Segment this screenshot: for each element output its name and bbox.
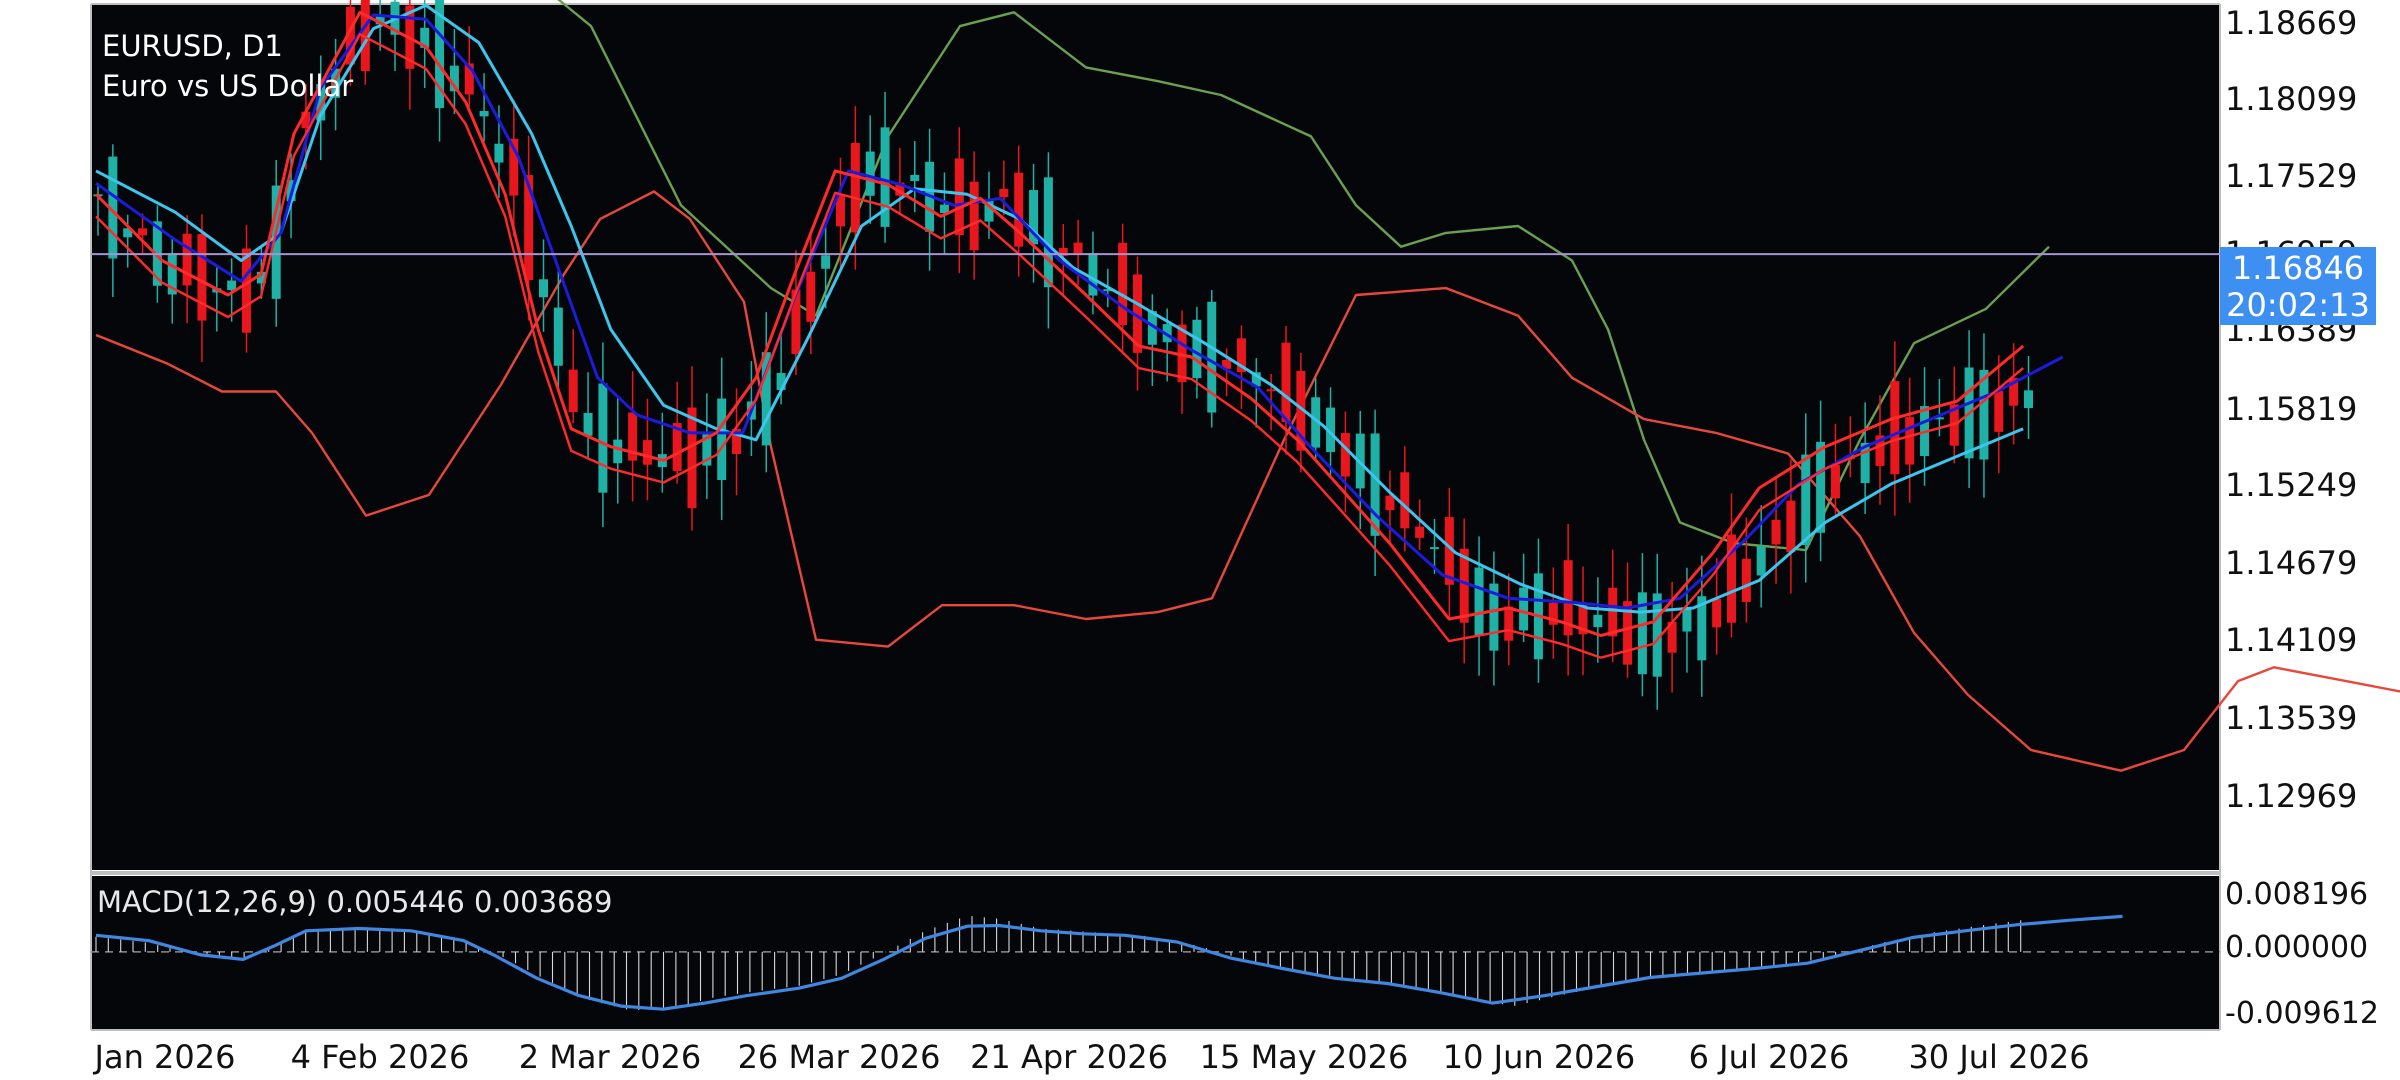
bull-candle: [717, 398, 727, 480]
bear-candle: [182, 233, 192, 286]
bull-candle: [1801, 454, 1811, 546]
bull-candle: [613, 439, 623, 464]
bull-candle: [539, 279, 548, 298]
symbol-timeframe: EURUSD, D1: [102, 29, 283, 63]
bull-candle: [1816, 441, 1826, 533]
bear-candle: [1281, 342, 1291, 422]
price-tick-label: 1.18099: [2225, 80, 2358, 118]
bear-candle: [1905, 417, 1915, 465]
bull-candle: [1370, 433, 1380, 536]
bear-candle: [1415, 526, 1425, 538]
bear-candle: [642, 440, 652, 465]
bear-candle: [1266, 389, 1276, 392]
bear-candle: [1771, 519, 1781, 545]
bear-candle: [138, 228, 148, 236]
time-tick-label: 2 Mar 2026: [518, 1038, 702, 1076]
time-tick-label: 6 Jul 2026: [1688, 1038, 1850, 1076]
time-tick-label: 10 Jun 2026: [1442, 1038, 1636, 1076]
bull-candle: [1519, 587, 1529, 631]
bear-candle: [1830, 464, 1840, 499]
bull-candle: [910, 174, 920, 182]
time-tick-label: 21 Apr 2026: [970, 1038, 1168, 1076]
bull-candle: [583, 412, 593, 436]
bear-candle: [969, 181, 979, 251]
symbol-description: Euro vs US Dollar: [102, 69, 354, 103]
bear-candle: [1400, 472, 1410, 529]
bear-candle: [1890, 381, 1900, 475]
chart-header: EURUSD, D1 Euro vs US Dollar: [102, 26, 353, 106]
bear-candle: [1786, 500, 1796, 553]
bear-candle: [687, 407, 697, 509]
time-tick-label: Jan 2026: [94, 1038, 236, 1076]
price-tick-label: 1.14109: [2225, 621, 2358, 659]
bear-candle: [242, 248, 251, 333]
bar-countdown: 20:02:13: [2226, 286, 2370, 324]
bear-candle: [1340, 433, 1350, 477]
time-tick-label: 4 Feb 2026: [290, 1038, 470, 1076]
current-price-tag: 1.16846 20:02:13: [2220, 247, 2376, 325]
bear-candle: [954, 158, 964, 236]
bull-candle: [479, 111, 489, 117]
bear-candle: [1741, 558, 1751, 602]
macd-tick-label: -0.009612: [2225, 996, 2379, 1031]
macd-tick-label: 0.008196: [2225, 877, 2369, 912]
price-plot-background: [91, 4, 2220, 870]
bull-candle: [494, 143, 504, 163]
bull-candle: [1192, 319, 1202, 379]
price-tick-label: 1.14679: [2225, 544, 2358, 582]
bear-candle: [568, 369, 578, 413]
macd-indicator-label: MACD(12,26,9) 0.005446 0.003689: [97, 885, 613, 919]
time-tick-label: 30 Jul 2026: [1908, 1038, 2090, 1076]
bear-candle: [1073, 242, 1083, 255]
bull-candle: [1682, 608, 1692, 632]
bull-candle: [553, 307, 563, 366]
price-tick-label: 1.13539: [2225, 699, 2358, 737]
bear-candle: [1608, 587, 1618, 637]
bull-candle: [1043, 177, 1053, 288]
bull-candle: [1430, 547, 1439, 550]
bear-candle: [999, 188, 1009, 198]
bull-candle: [821, 255, 831, 269]
time-tick-label: 15 May 2026: [1199, 1038, 1409, 1076]
bear-candle: [1385, 495, 1395, 511]
price-tick-label: 1.17529: [2225, 157, 2358, 195]
bull-candle: [2024, 390, 2033, 409]
bear-candle: [1504, 606, 1514, 641]
price-tick-label: 1.15819: [2225, 390, 2358, 428]
bull-candle: [1088, 253, 1098, 296]
time-tick-label: 26 Mar 2026: [737, 1038, 941, 1076]
bear-candle: [806, 271, 816, 322]
bear-candle: [197, 234, 207, 321]
more-options-icon[interactable]: •••: [2286, 808, 2369, 848]
current-price-value: 1.16846: [2231, 249, 2365, 287]
bear-candle: [1712, 599, 1722, 628]
price-tick-label: 1.15249: [2225, 466, 2358, 504]
bull-candle: [598, 383, 608, 493]
bull-candle: [865, 151, 875, 196]
bull-candle: [1756, 546, 1766, 576]
bear-candle: [1994, 391, 2004, 432]
bear-candle: [850, 142, 860, 233]
bull-candle: [1474, 567, 1484, 636]
price-tick-label: 1.18669: [2225, 4, 2358, 42]
bull-candle: [227, 280, 237, 291]
macd-tick-label: 0.000000: [2225, 930, 2369, 965]
bull-candle: [1593, 614, 1603, 628]
